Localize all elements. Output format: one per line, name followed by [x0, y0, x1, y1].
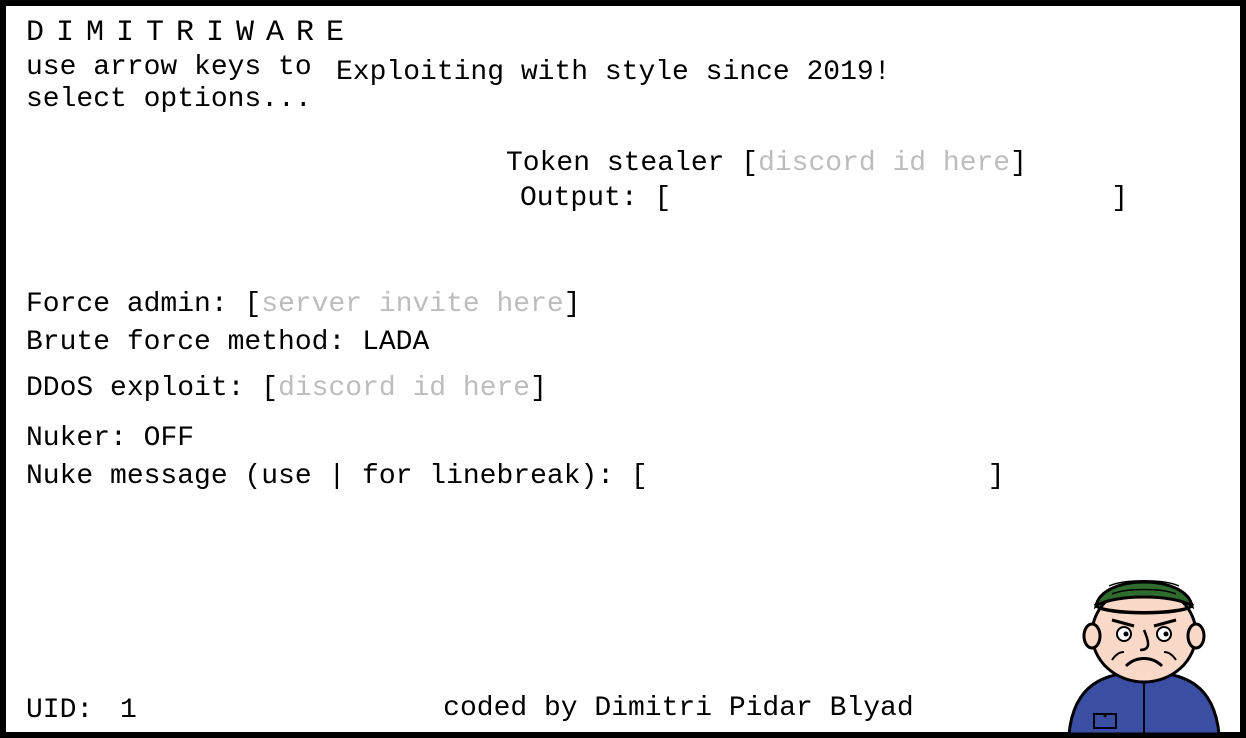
- subtitle-hint: use arrow keys to select options...: [26, 52, 336, 116]
- token-stealer-input[interactable]: discord id here: [758, 148, 1010, 179]
- token-output-label: Output:: [520, 183, 638, 214]
- bracket-close: ]: [564, 289, 581, 320]
- uid-value: 1: [110, 695, 137, 726]
- nuker-row[interactable]: Nuker: OFF: [26, 420, 1220, 458]
- nuke-message-label: Nuke message (use | for linebreak):: [26, 461, 614, 492]
- nuke-message-row[interactable]: Nuke message (use | for linebreak): []: [26, 458, 1220, 496]
- brute-force-label: Brute force method:: [26, 327, 345, 358]
- bracket-open: [: [631, 461, 648, 492]
- nuker-label: Nuker:: [26, 423, 127, 454]
- force-admin-input[interactable]: server invite here: [261, 289, 563, 320]
- brute-force-value[interactable]: LADA: [362, 327, 429, 358]
- uid-label: UID:: [26, 695, 93, 726]
- ddos-input[interactable]: discord id here: [278, 373, 530, 404]
- uid-row: UID: 1: [26, 695, 137, 726]
- app-title: DIMITRIWARE: [26, 16, 1220, 50]
- force-admin-label: Force admin:: [26, 289, 228, 320]
- tagline: Exploiting with style since 2019!: [336, 52, 1220, 90]
- brute-force-row[interactable]: Brute force method: LADA: [26, 324, 1220, 362]
- bracket-close: ]: [1010, 148, 1027, 179]
- ddos-label: DDoS exploit:: [26, 373, 244, 404]
- nuker-value[interactable]: OFF: [144, 423, 194, 454]
- token-stealer-row[interactable]: Token stealer [discord id here]: [506, 146, 1220, 181]
- bracket-close: ]: [988, 461, 1005, 492]
- bracket-open: [: [654, 183, 671, 214]
- force-admin-row[interactable]: Force admin: [server invite here]: [26, 286, 1220, 324]
- ddos-row[interactable]: DDoS exploit: [discord id here]: [26, 370, 1220, 408]
- bracket-open: [: [741, 148, 758, 179]
- bracket-close: ]: [1111, 183, 1128, 214]
- bracket-open: [: [261, 373, 278, 404]
- dimitri-avatar-icon: [1054, 564, 1234, 734]
- bracket-open: [: [244, 289, 261, 320]
- bracket-close: ]: [530, 373, 547, 404]
- token-output-row: Output: []: [506, 181, 1220, 216]
- token-stealer-label: Token stealer: [506, 148, 724, 179]
